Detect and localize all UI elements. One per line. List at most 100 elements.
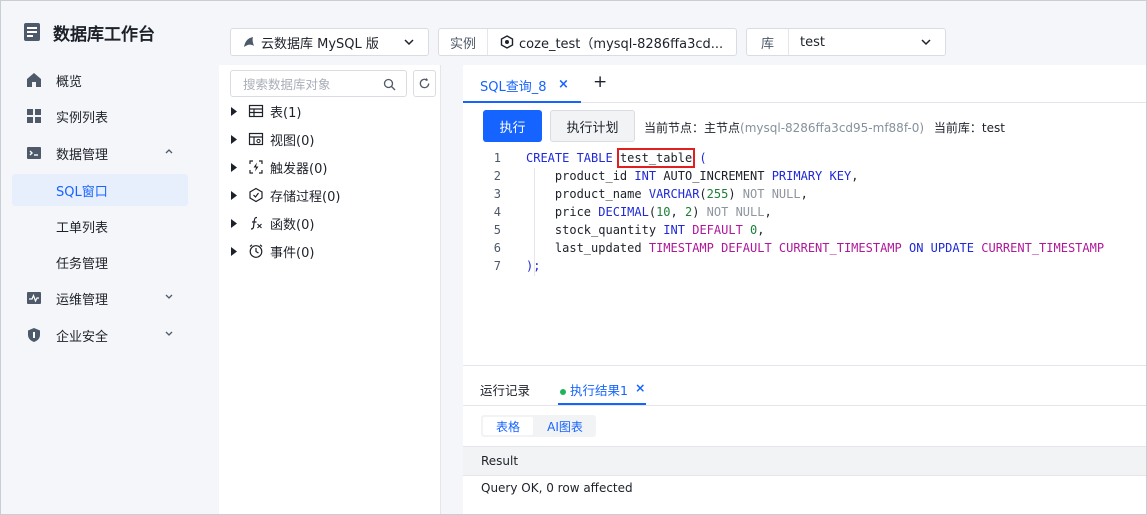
code-token: NOT NULL [742,187,801,201]
add-tab-button[interactable]: + [593,72,607,92]
close-result-tab-icon[interactable]: × [635,380,645,395]
line-number: 7 [493,259,501,273]
code-token: INT [634,169,657,183]
line-number: 5 [493,223,501,237]
code-token: CURRENT_TIMESTAMP [981,241,1105,255]
refresh-icon [419,77,430,89]
instance-select[interactable]: 实例 coze_test（mysql-8286ffa3cd... [438,28,737,56]
sidebar-item-label: 企业安全 [56,329,109,345]
code-token: stock_quantity [554,223,657,237]
tree-item-label: 触发器(0) [270,161,328,177]
code-line: stock_quantity INT DEFAULT 0, [554,223,765,237]
tree-item-label: 表(1) [270,105,302,121]
sidebar-item-data-management[interactable]: 数据管理 [12,137,188,169]
chevron-down-icon [404,39,414,46]
tab-sql-query-8[interactable]: SQL查询_8 [480,76,547,95]
tab-run-history[interactable]: 运行记录 [480,380,530,399]
node-value: (mysql-8286ffa3cd95-mf88f-0) [740,121,925,135]
sidebar-item-tickets[interactable]: 工单列表 [12,210,188,242]
sql-editor-area: SQL查询_8 × + 执行 执行计划 当前节点：主节点(mysql-8286f… [441,65,1146,514]
tab-execution-result-label: 执行结果1 [570,383,628,398]
engine-select[interactable]: 云数据库 MySQL 版 [230,28,429,56]
tree-item-procedures[interactable]: 存储过程(0) [230,184,340,206]
result-tabs-divider [463,405,1146,406]
chevron-down-icon [165,294,173,299]
line-number: 6 [493,241,501,255]
chevron-down-icon [165,331,173,336]
success-dot-icon [560,388,566,395]
function-icon [250,216,262,230]
code-token: DECIMAL [598,205,649,219]
line-number: 4 [493,205,501,219]
table-icon [248,104,264,118]
sidebar-item-overview[interactable]: 概览 [12,64,188,96]
view-table-button[interactable]: 表格 [483,417,533,435]
object-panel: 搜索数据库对象 表(1) 视图(0) 触发器(0) 存储过程(0) 函数(0) … [219,65,441,514]
gutter [201,1,219,514]
tree-item-triggers[interactable]: 触发器(0) [230,156,327,178]
sidebar-item-sql-window[interactable]: SQL窗口 [12,174,188,206]
grid-icon [27,109,41,123]
code-line: CREATE TABLE test_table ( [526,148,707,168]
tab-execution-result[interactable]: 执行结果1 [560,380,628,399]
tree-item-events[interactable]: 事件(0) [230,240,314,262]
editor-divider-strip [441,65,463,514]
search-icon [383,78,396,91]
view-icon [248,132,264,146]
current-db-label: 当前库： [933,121,982,135]
code-token: last_updated [554,241,642,255]
highlighted-table-name: test_table [616,148,696,168]
query-tabs: SQL查询_8 × + [463,65,1146,103]
database-label: 库 [747,29,790,55]
tree-item-functions[interactable]: 函数(0) [230,212,314,234]
database-select[interactable]: 库 test [746,28,946,56]
sidebar-item-label: 运维管理 [56,292,109,308]
sidebar-item-tasks[interactable]: 任务管理 [12,246,188,278]
code-token: 2 [684,205,693,219]
sidebar-item-security[interactable]: 企业安全 [12,319,188,351]
node-label: 当前节点：主节点 [644,121,741,135]
result-divider[interactable] [463,365,1146,366]
instance-icon [500,35,514,49]
view-ai-chart-button[interactable]: AI图表 [537,417,593,435]
caret-right-icon [231,218,237,228]
close-tab-icon[interactable]: × [558,77,569,92]
result-view-toggle: 表格 AI图表 [481,415,596,437]
procedure-icon [249,187,263,203]
clock-icon [249,244,263,258]
code-line: product_name VARCHAR(255) NOT NULL, [554,187,808,201]
connection-toolbar: 云数据库 MySQL 版 实例 coze_test（mysql-8286ffa3… [219,1,1146,65]
sidebar-item-label: 实例列表 [56,110,109,126]
active-tab-indicator [463,101,581,103]
execute-button[interactable]: 执行 [483,110,542,142]
refresh-button[interactable] [413,70,436,97]
shield-icon [28,328,40,342]
tree-item-tables[interactable]: 表(1) [230,100,301,122]
code-token: TIMESTAMP [648,241,714,255]
sidebar-item-instances[interactable]: 实例列表 [12,100,188,132]
code-token: product_name [554,187,642,201]
line-number: 2 [493,169,501,183]
app-title: 数据库工作台 [53,24,155,45]
sidebar-item-label: SQL窗口 [56,184,108,200]
monitor-icon [27,292,41,304]
caret-right-icon [231,106,237,116]
engine-select-value: 云数据库 MySQL 版 [261,36,379,52]
tree-item-views[interactable]: 视图(0) [230,128,314,150]
sidebar-item-label: 概览 [56,74,83,90]
caret-right-icon [231,246,237,256]
code-editor[interactable]: 1 2 3 4 5 6 7 CREATE TABLE test_table ( … [463,148,1146,361]
object-search-input[interactable]: 搜索数据库对象 [230,70,407,97]
result-column-header: Result [463,446,1146,476]
execution-plan-button[interactable]: 执行计划 [550,110,635,142]
code-line: ); [526,259,541,273]
code-token: ON UPDATE [908,241,975,255]
tree-item-label: 存储过程(0) [270,189,341,205]
sidebar-item-operations[interactable]: 运维管理 [12,282,188,314]
search-placeholder: 搜索数据库对象 [243,77,331,92]
app-window: 数据库工作台 概览 实例列表 数据管理 SQL窗口 工单列表 任务管理 运维管理 [0,0,1147,515]
sidebar-item-label: 工单列表 [56,220,109,236]
code-token: price [554,205,592,219]
code-line: product_id INT AUTO_INCREMENT PRIMARY KE… [554,169,859,183]
caret-right-icon [231,162,237,172]
